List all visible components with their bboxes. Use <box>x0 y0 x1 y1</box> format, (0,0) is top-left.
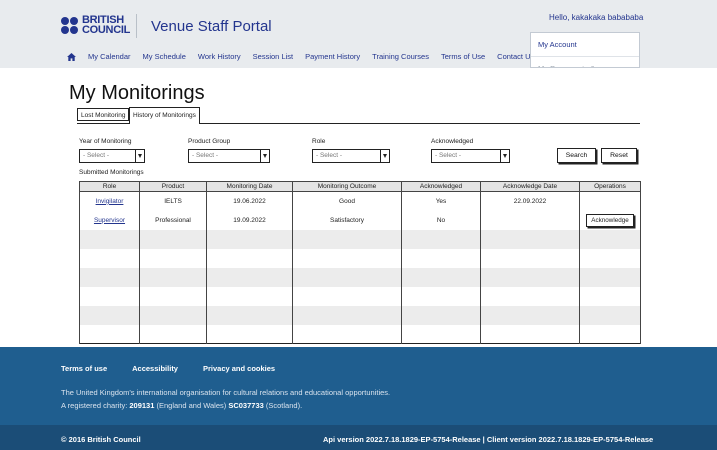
year-label: Year of Monitoring <box>79 138 132 145</box>
monitoring-date-cell: 19.09.2022 <box>206 210 293 230</box>
portal-title: Venue Staff Portal <box>151 18 272 35</box>
acknowledged-select[interactable]: - Select - <box>431 149 510 163</box>
table-row <box>79 286 641 306</box>
table-row: Supervisor Professional 19.09.2022 Satis… <box>79 210 641 230</box>
product-group-select[interactable]: - Select - <box>188 149 270 163</box>
year-select-value: - Select - <box>83 152 110 159</box>
site-header: BRITISH COUNCIL Venue Staff Portal Hello… <box>0 0 717 68</box>
acknowledge-date-cell <box>480 210 580 230</box>
nav-contact-us[interactable]: Contact Us <box>497 52 534 61</box>
nav-payment-history[interactable]: Payment History <box>305 52 360 61</box>
col-monitoring-outcome[interactable]: Monitoring Outcome <box>292 181 402 192</box>
role-link[interactable]: Invigilator <box>96 198 124 205</box>
outcome-cell: Satisfactory <box>292 210 402 230</box>
main-nav: My Calendar My Schedule Work History Ses… <box>67 52 546 61</box>
table-row: Invigilator IELTS 19.06.2022 Good Yes 22… <box>79 191 641 211</box>
menu-my-documents[interactable]: My Documents & Preferences <box>531 57 639 67</box>
tab-bar: Lost Monitoring History of Monitorings <box>77 107 640 124</box>
acknowledged-cell: No <box>401 210 481 230</box>
table-row <box>79 248 641 268</box>
table-row <box>79 267 641 287</box>
acknowledge-button[interactable]: Acknowledge <box>586 213 634 227</box>
page-title: My Monitorings <box>69 82 205 104</box>
acknowledged-cell: Yes <box>401 191 481 211</box>
chevron-down-icon <box>500 150 509 162</box>
logo-separator <box>136 14 137 38</box>
version-info: Api version 2022.7.18.1829-EP-5754-Relea… <box>323 435 654 444</box>
product-group-label: Product Group <box>188 138 231 145</box>
col-role[interactable]: Role <box>79 181 140 192</box>
col-product[interactable]: Product <box>139 181 207 192</box>
col-acknowledge-date[interactable]: Acknowledge Date <box>480 181 580 192</box>
monitoring-date-cell: 19.06.2022 <box>206 191 293 211</box>
scotland-number: SC037733 <box>228 401 264 410</box>
menu-my-account[interactable]: My Account <box>531 33 639 57</box>
nav-terms-of-use[interactable]: Terms of Use <box>441 52 485 61</box>
outcome-cell: Good <box>292 191 402 211</box>
role-select-value: - Select - <box>316 152 343 159</box>
search-button[interactable]: Search <box>557 148 596 163</box>
product-cell: Professional <box>139 210 207 230</box>
footer-links: Terms of use Accessibility Privacy and c… <box>61 364 300 373</box>
footer-accessibility-link[interactable]: Accessibility <box>132 364 178 373</box>
ack-select-value: - Select - <box>435 152 462 159</box>
role-link[interactable]: Supervisor <box>94 217 125 224</box>
operations-cell <box>579 191 641 211</box>
logo-line-2: COUNCIL <box>82 24 131 36</box>
footer-privacy-link[interactable]: Privacy and cookies <box>203 364 275 373</box>
col-monitoring-date[interactable]: Monitoring Date <box>206 181 293 192</box>
footer-terms-link[interactable]: Terms of use <box>61 364 107 373</box>
acknowledged-label: Acknowledged <box>431 138 474 145</box>
role-select[interactable]: - Select - <box>312 149 390 163</box>
submitted-monitorings-label: Submitted Monitorings <box>79 169 144 176</box>
monitorings-table: Role Product Monitoring Date Monitoring … <box>79 181 641 344</box>
sub-footer: © 2016 British Council Api version 2022.… <box>0 425 717 450</box>
user-greeting[interactable]: Hello, kakakaka babababa <box>549 13 643 22</box>
nav-training-courses[interactable]: Training Courses <box>372 52 429 61</box>
nav-my-schedule[interactable]: My Schedule <box>143 52 186 61</box>
account-dropdown: My Account My Documents & Preferences <box>530 32 640 68</box>
year-select[interactable]: - Select - <box>79 149 145 163</box>
chevron-down-icon <box>380 150 389 162</box>
product-select-value: - Select - <box>192 152 219 159</box>
site-footer: Terms of use Accessibility Privacy and c… <box>0 347 717 425</box>
chevron-down-icon <box>135 150 144 162</box>
footer-org-description: The United Kingdom's international organ… <box>61 388 391 397</box>
nav-session-list[interactable]: Session List <box>253 52 293 61</box>
footer-charity-text: A registered charity: 209131 (England an… <box>61 401 303 410</box>
chevron-down-icon <box>260 150 269 162</box>
table-row <box>79 229 641 249</box>
nav-my-calendar[interactable]: My Calendar <box>88 52 131 61</box>
home-icon[interactable] <box>67 52 76 61</box>
acknowledge-date-cell: 22.09.2022 <box>480 191 580 211</box>
role-label: Role <box>312 138 326 145</box>
tab-lost-monitoring[interactable]: Lost Monitoring <box>77 108 130 121</box>
british-council-logo[interactable]: BRITISH COUNCIL <box>61 15 131 36</box>
table-header-row: Role Product Monitoring Date Monitoring … <box>79 181 641 192</box>
logo-dots-icon <box>61 16 78 34</box>
table-row <box>79 305 641 325</box>
reset-button[interactable]: Reset <box>601 148 637 163</box>
tab-history-of-monitorings[interactable]: History of Monitorings <box>129 107 200 124</box>
charity-number: 209131 <box>129 401 155 410</box>
nav-work-history[interactable]: Work History <box>198 52 241 61</box>
col-acknowledged[interactable]: Acknowledged <box>401 181 481 192</box>
copyright: © 2016 British Council <box>61 435 141 444</box>
col-operations: Operations <box>579 181 641 192</box>
table-row <box>79 324 641 344</box>
product-cell: IELTS <box>139 191 207 211</box>
